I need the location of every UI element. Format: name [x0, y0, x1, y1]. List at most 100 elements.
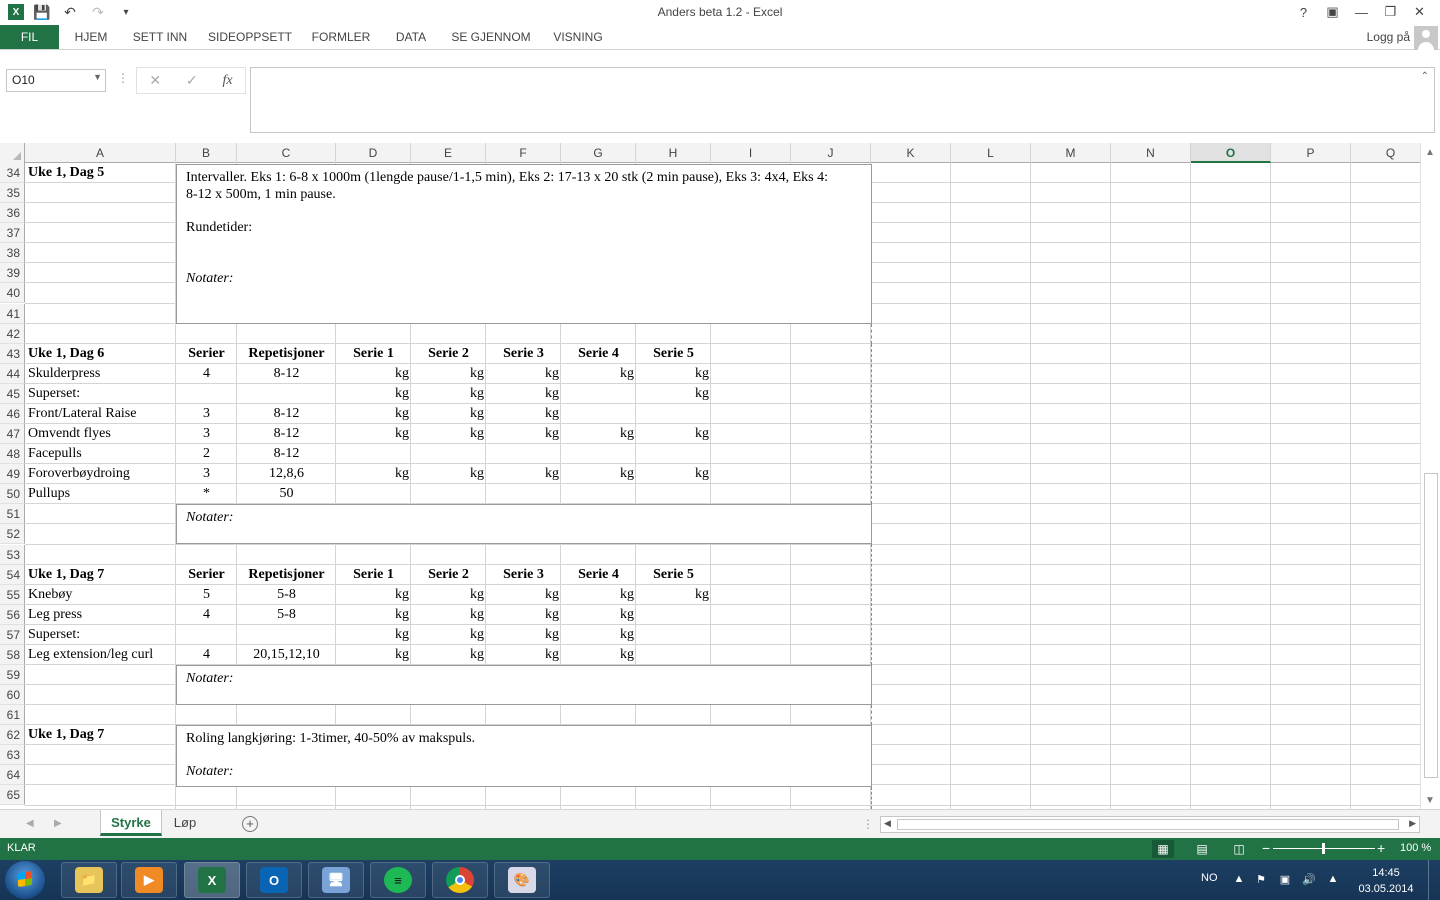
row-header-64[interactable]: 64 — [0, 765, 25, 786]
tab-hjem[interactable]: HJEM — [66, 25, 116, 49]
ribbon-display-icon[interactable]: ▣ — [1318, 2, 1347, 22]
row-header-57[interactable]: 57 — [0, 624, 25, 645]
day7a-serier-value[interactable]: 4 — [176, 605, 237, 625]
day6-kg-cell[interactable]: kg — [486, 364, 561, 384]
day7a-header[interactable]: Serie 4 — [561, 565, 636, 585]
column-header-h[interactable]: H — [636, 143, 711, 163]
paint-icon[interactable]: 🎨 — [494, 862, 550, 898]
spotify-icon[interactable]: ≡ — [370, 862, 426, 898]
row-header-54[interactable]: 54 — [0, 564, 25, 585]
row-header-53[interactable]: 53 — [0, 544, 25, 565]
day7a-kg-cell[interactable] — [636, 645, 711, 665]
day6-kg-cell[interactable] — [561, 444, 636, 464]
row-header-34[interactable]: 34 — [0, 163, 25, 183]
row-header-50[interactable]: 50 — [0, 484, 25, 505]
zoom-out-icon[interactable]: − — [1262, 840, 1270, 856]
day6-kg-cell[interactable]: kg — [336, 464, 411, 484]
day6-kg-cell[interactable]: kg — [486, 464, 561, 484]
day6-kg-cell[interactable] — [561, 484, 636, 504]
zoom-level[interactable]: 100 % — [1400, 842, 1431, 854]
language-indicator[interactable]: NO — [1201, 872, 1218, 884]
day6-reps-value[interactable]: 8-12 — [237, 404, 336, 424]
power-icon[interactable]: ▣ — [1278, 873, 1292, 887]
day6-kg-cell[interactable] — [636, 444, 711, 464]
enter-icon[interactable]: ✓ — [186, 72, 198, 89]
prev-sheet-icon[interactable]: ◀ — [26, 818, 34, 829]
network-icon[interactable]: 🖥 — [308, 862, 364, 898]
sheet-tab-lop[interactable]: Løp — [166, 810, 204, 836]
day6-kg-cell[interactable]: kg — [561, 364, 636, 384]
day6-kg-cell[interactable]: kg — [411, 404, 486, 424]
column-header-k[interactable]: K — [871, 143, 951, 163]
day7a-reps-value[interactable] — [237, 625, 336, 645]
day7a-header[interactable]: Repetisjoner — [237, 565, 336, 585]
day6-exercise-name[interactable]: Superset: — [25, 384, 176, 404]
day7a-kg-cell[interactable]: kg — [636, 585, 711, 605]
zoom-slider-thumb[interactable] — [1322, 843, 1325, 854]
day7a-kg-cell[interactable]: kg — [336, 625, 411, 645]
day6-exercise-name[interactable]: Skulderpress — [25, 364, 176, 384]
day6-kg-cell[interactable]: kg — [561, 464, 636, 484]
day6-reps-value[interactable]: 8-12 — [237, 364, 336, 384]
worksheet-grid[interactable]: ABCDEFGHIJKLMNOPQ 34 35 36 37 38 39 40 41 42 43 44… — [0, 143, 1420, 809]
row-header-62[interactable]: 62 — [0, 725, 25, 746]
day6-header[interactable]: Serier — [176, 344, 237, 364]
volume-icon[interactable]: 🔊 — [1302, 873, 1316, 887]
row-header-55[interactable]: 55 — [0, 584, 25, 605]
row-header-41[interactable]: 41 — [0, 303, 25, 324]
column-header-b[interactable]: B — [176, 143, 237, 163]
page-layout-icon[interactable]: ▤ — [1191, 840, 1213, 858]
zoom-in-icon[interactable]: + — [1377, 840, 1385, 856]
row-header-42[interactable]: 42 — [0, 323, 25, 344]
column-header-i[interactable]: I — [711, 143, 791, 163]
day6-kg-cell[interactable] — [561, 384, 636, 404]
column-header-g[interactable]: G — [561, 143, 636, 163]
day7a-exercise-name[interactable]: Leg press — [25, 605, 176, 625]
day6-exercise-name[interactable]: Omvendt flyes — [25, 424, 176, 444]
tab-visning[interactable]: VISNING — [546, 25, 610, 49]
row-header-38[interactable]: 38 — [0, 243, 25, 264]
row-header-44[interactable]: 44 — [0, 363, 25, 384]
day6-kg-cell[interactable]: kg — [411, 384, 486, 404]
column-header-q[interactable]: Q — [1351, 143, 1420, 163]
help-icon[interactable]: ? — [1289, 2, 1318, 22]
name-box[interactable]: O10 ▼ — [6, 69, 106, 92]
drag-handle-icon[interactable]: ⋮ — [117, 71, 129, 85]
scroll-right-icon[interactable]: ▶ — [1409, 818, 1416, 829]
day7a-exercise-name[interactable]: Knebøy — [25, 585, 176, 605]
day6-kg-cell[interactable] — [336, 444, 411, 464]
day7a-reps-value[interactable]: 20,15,12,10 — [237, 645, 336, 665]
day6-kg-cell[interactable]: kg — [411, 364, 486, 384]
excel-icon[interactable]: X — [184, 862, 240, 898]
day6-kg-cell[interactable] — [561, 404, 636, 424]
day7a-kg-cell[interactable] — [636, 605, 711, 625]
vertical-scrollbar[interactable]: ▲ ▼ — [1420, 143, 1440, 809]
day6-reps-value[interactable]: 50 — [237, 484, 336, 504]
day6-serier-value[interactable]: 3 — [176, 424, 237, 444]
day6-kg-cell[interactable]: kg — [636, 364, 711, 384]
day6-reps-value[interactable] — [237, 384, 336, 404]
day6-serier-value[interactable]: * — [176, 484, 237, 504]
day7a-serier-value[interactable]: 5 — [176, 585, 237, 605]
day7a-kg-cell[interactable]: kg — [486, 645, 561, 665]
day7a-notes-cell[interactable]: Notater: — [176, 665, 872, 705]
tab-data[interactable]: DATA — [386, 25, 436, 49]
row-header-65[interactable]: 65 — [0, 785, 25, 806]
row-header-56[interactable]: 56 — [0, 604, 25, 625]
day7a-kg-cell[interactable]: kg — [486, 585, 561, 605]
day6-header[interactable]: Serie 4 — [561, 344, 636, 364]
row-header-51[interactable]: 51 — [0, 504, 25, 525]
day7a-reps-value[interactable]: 5-8 — [237, 585, 336, 605]
column-header-c[interactable]: C — [237, 143, 336, 163]
day6-kg-cell[interactable] — [411, 444, 486, 464]
day6-reps-value[interactable]: 8-12 — [237, 444, 336, 464]
day6-serier-value[interactable]: 3 — [176, 404, 237, 424]
drive-icon[interactable]: ▲ — [1326, 873, 1340, 887]
scroll-left-icon[interactable]: ◀ — [884, 818, 891, 829]
row-header-36[interactable]: 36 — [0, 203, 25, 224]
minimize-button[interactable]: — — [1347, 2, 1376, 22]
day7a-exercise-name[interactable]: Superset: — [25, 625, 176, 645]
column-header-p[interactable]: P — [1271, 143, 1351, 163]
day6-header[interactable]: Serie 1 — [336, 344, 411, 364]
formula-input[interactable]: ⌃ — [250, 67, 1435, 133]
